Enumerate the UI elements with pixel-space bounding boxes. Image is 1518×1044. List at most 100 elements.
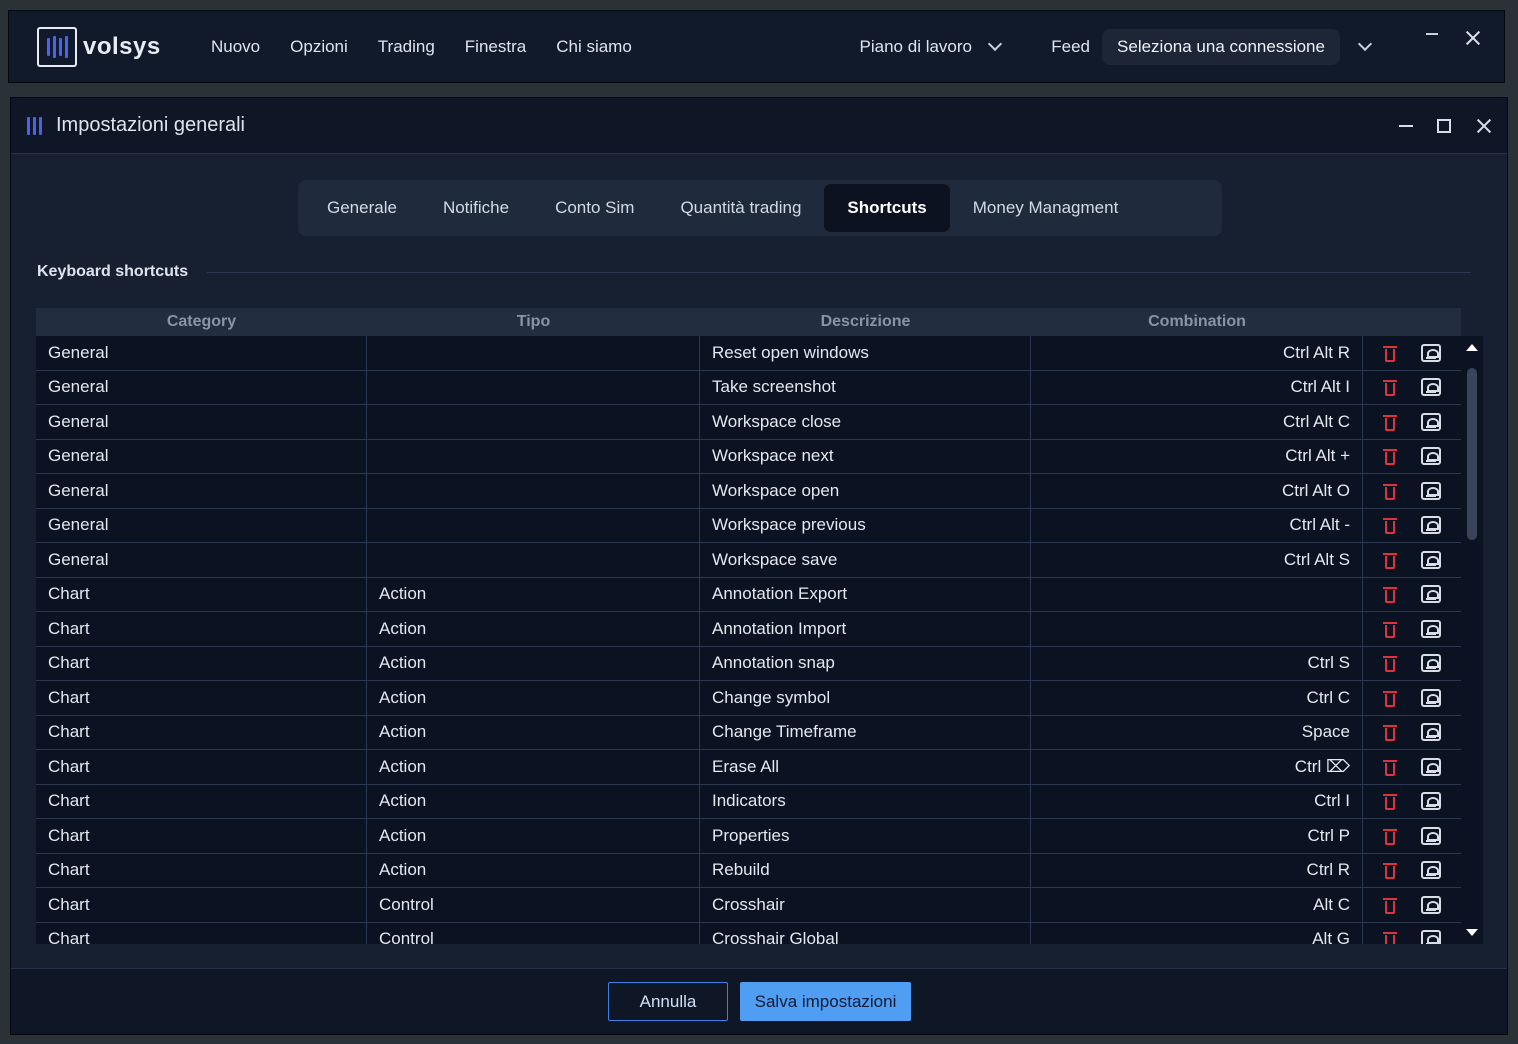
- table-row[interactable]: General Workspace previous Ctrl Alt -: [36, 508, 1461, 543]
- cell-combination: Ctrl I: [1031, 784, 1363, 818]
- workspace-dropdown[interactable]: Piano di lavoro: [860, 36, 1003, 57]
- delete-icon[interactable]: [1383, 344, 1397, 362]
- row-actions: [1363, 543, 1461, 577]
- table-row[interactable]: Chart Control Crosshair Alt C: [36, 888, 1461, 923]
- tab-generale[interactable]: Generale: [304, 184, 420, 232]
- cell-tipo: Action: [367, 784, 700, 818]
- connection-select[interactable]: Seleziona una connessione: [1102, 28, 1340, 65]
- record-shortcut-icon[interactable]: [1421, 757, 1441, 776]
- column-header-combination[interactable]: Combination: [1031, 308, 1363, 336]
- maximize-icon[interactable]: [1437, 119, 1451, 133]
- table-row[interactable]: Chart Action Erase All Ctrl ⌦: [36, 750, 1461, 785]
- table-row[interactable]: Chart Action Change symbol Ctrl C: [36, 681, 1461, 716]
- delete-icon[interactable]: [1383, 792, 1397, 811]
- table-row[interactable]: Chart Action Annotation Export: [36, 577, 1461, 612]
- table-row[interactable]: Chart Action Annotation Import: [36, 612, 1461, 647]
- record-shortcut-icon[interactable]: [1421, 723, 1441, 742]
- column-header-category[interactable]: Category: [36, 308, 367, 336]
- tab-quantita-trading[interactable]: Quantità trading: [657, 184, 824, 232]
- table-row[interactable]: General Workspace save Ctrl Alt S: [36, 543, 1461, 578]
- scroll-down-icon[interactable]: [1466, 929, 1478, 936]
- record-shortcut-icon[interactable]: [1421, 378, 1441, 397]
- table-body: General Reset open windows Ctrl Alt R Gener…: [36, 336, 1461, 944]
- delete-icon[interactable]: [1383, 413, 1397, 431]
- cell-tipo: [367, 543, 700, 577]
- save-button[interactable]: Salva impostazioni: [740, 982, 911, 1021]
- scrollbar[interactable]: [1461, 336, 1483, 944]
- record-shortcut-icon[interactable]: [1421, 412, 1441, 431]
- menu-item-chi-siamo[interactable]: Chi siamo: [556, 37, 632, 57]
- tab-shortcuts[interactable]: Shortcuts: [824, 184, 950, 232]
- delete-icon[interactable]: [1383, 861, 1397, 880]
- menu-item-finestra[interactable]: Finestra: [465, 37, 526, 57]
- table-row[interactable]: Chart Action Properties Ctrl P: [36, 819, 1461, 854]
- delete-icon[interactable]: [1383, 516, 1397, 535]
- cell-combination: Ctrl Alt R: [1031, 336, 1363, 370]
- record-shortcut-icon[interactable]: [1421, 447, 1441, 466]
- table-row[interactable]: Chart Control Crosshair Global Alt G: [36, 922, 1461, 944]
- menu-item-trading[interactable]: Trading: [378, 37, 435, 57]
- table-row[interactable]: Chart Action Change Timeframe Space: [36, 715, 1461, 750]
- chevron-down-icon: [987, 36, 1003, 51]
- scrollbar-thumb[interactable]: [1467, 368, 1477, 540]
- scroll-up-icon[interactable]: [1466, 344, 1478, 351]
- minimize-icon[interactable]: [1399, 125, 1413, 127]
- record-shortcut-icon[interactable]: [1421, 792, 1441, 811]
- delete-icon[interactable]: [1383, 482, 1397, 500]
- delete-icon[interactable]: [1383, 654, 1397, 673]
- record-shortcut-icon[interactable]: [1421, 481, 1441, 500]
- menu-item-nuovo[interactable]: Nuovo: [211, 37, 260, 57]
- cell-descrizione: Rebuild: [700, 853, 1031, 887]
- row-actions: [1363, 888, 1461, 922]
- delete-icon[interactable]: [1383, 930, 1397, 944]
- section-divider: [207, 272, 1471, 273]
- table-row[interactable]: General Take screenshot Ctrl Alt I: [36, 370, 1461, 405]
- record-shortcut-icon[interactable]: [1421, 688, 1441, 707]
- delete-icon[interactable]: [1383, 447, 1397, 466]
- tab-notifiche[interactable]: Notifiche: [420, 184, 532, 232]
- delete-icon[interactable]: [1383, 827, 1397, 845]
- cell-combination: Alt C: [1031, 888, 1363, 922]
- menu-item-opzioni[interactable]: Opzioni: [290, 37, 348, 57]
- record-shortcut-icon[interactable]: [1421, 343, 1441, 362]
- delete-icon[interactable]: [1383, 378, 1397, 397]
- delete-icon[interactable]: [1383, 723, 1397, 742]
- settings-tabs: Generale Notifiche Conto Sim Quantità tr…: [298, 180, 1222, 236]
- record-shortcut-icon[interactable]: [1421, 654, 1441, 673]
- delete-icon[interactable]: [1383, 551, 1397, 569]
- chevron-down-icon[interactable]: [1357, 36, 1373, 51]
- table-row[interactable]: Chart Action Indicators Ctrl I: [36, 784, 1461, 819]
- cell-combination: Alt G: [1031, 922, 1363, 944]
- record-shortcut-icon[interactable]: [1421, 930, 1441, 944]
- app-header: volsys Nuovo Opzioni Trading Finestra Ch…: [8, 10, 1505, 83]
- close-icon[interactable]: [1464, 29, 1482, 47]
- delete-icon[interactable]: [1383, 896, 1397, 914]
- record-shortcut-icon[interactable]: [1421, 516, 1441, 535]
- cell-category: General: [36, 405, 367, 439]
- record-shortcut-icon[interactable]: [1421, 619, 1441, 638]
- column-header-descrizione[interactable]: Descrizione: [700, 308, 1031, 336]
- record-shortcut-icon[interactable]: [1421, 585, 1441, 604]
- table-row[interactable]: General Workspace next Ctrl Alt +: [36, 439, 1461, 474]
- table-row[interactable]: Chart Action Rebuild Ctrl R: [36, 853, 1461, 888]
- column-header-tipo[interactable]: Tipo: [367, 308, 700, 336]
- table-row[interactable]: General Workspace close Ctrl Alt C: [36, 405, 1461, 440]
- row-actions: [1363, 681, 1461, 715]
- record-shortcut-icon[interactable]: [1421, 895, 1441, 914]
- record-shortcut-icon[interactable]: [1421, 550, 1441, 569]
- cell-descrizione: Indicators: [700, 784, 1031, 818]
- cancel-button[interactable]: Annulla: [608, 982, 728, 1021]
- close-icon[interactable]: [1475, 117, 1493, 135]
- delete-icon[interactable]: [1383, 620, 1397, 638]
- delete-icon[interactable]: [1383, 585, 1397, 604]
- record-shortcut-icon[interactable]: [1421, 826, 1441, 845]
- record-shortcut-icon[interactable]: [1421, 861, 1441, 880]
- delete-icon[interactable]: [1383, 758, 1397, 776]
- table-row[interactable]: General Reset open windows Ctrl Alt R: [36, 336, 1461, 371]
- tab-money-managment[interactable]: Money Managment: [950, 184, 1142, 232]
- minimize-icon[interactable]: [1426, 33, 1438, 35]
- delete-icon[interactable]: [1383, 689, 1397, 707]
- table-row[interactable]: General Workspace open Ctrl Alt O: [36, 474, 1461, 509]
- tab-conto-sim[interactable]: Conto Sim: [532, 184, 657, 232]
- table-row[interactable]: Chart Action Annotation snap Ctrl S: [36, 646, 1461, 681]
